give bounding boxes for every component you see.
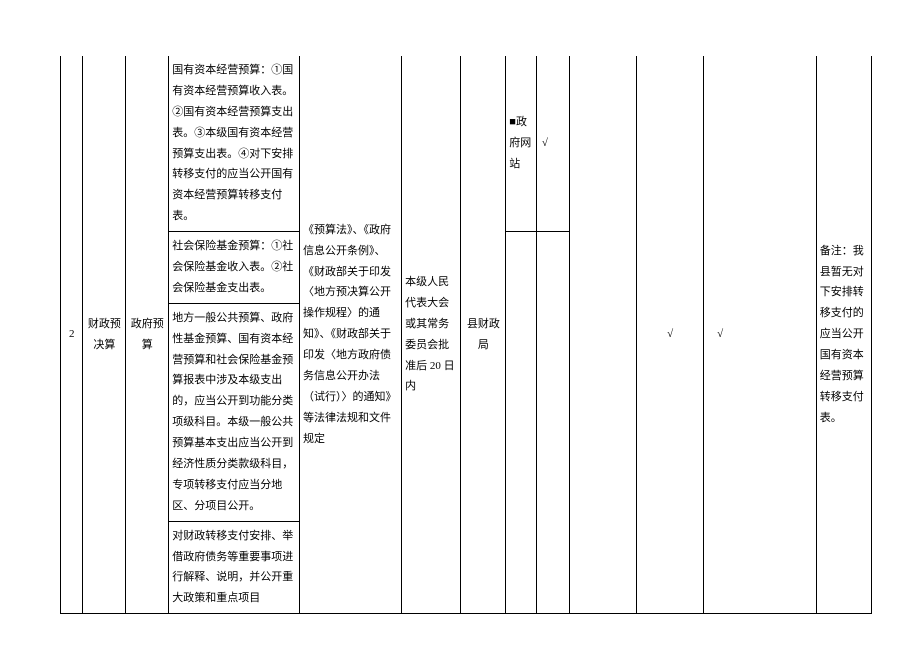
- cell-timing: 本级人民代表大会或其常务委员会批准后 20 日内: [402, 56, 461, 614]
- cell-content-p2: 地方一般公共预算、政府性基金预算、国有资本经营预算和社会保险基金预算报表中涉及本…: [169, 303, 300, 521]
- cell-empty-1: [569, 56, 636, 614]
- cell-index: 2: [61, 56, 83, 614]
- cell-check1-below: [536, 232, 552, 614]
- table-row: 2 财政预决算 政府预算 国有资本经营预算：①国有资本经营预算收入表。②国有资本…: [61, 56, 872, 232]
- cell-subcategory: 政府预算: [126, 56, 169, 614]
- cell-channel: ■政府网站: [506, 56, 537, 232]
- cell-merge-a-below: [553, 232, 569, 614]
- cell-content-top: 国有资本经营预算：①国有资本经营预算收入表。②国有资本经营预算支出表。③本级国有…: [169, 56, 300, 232]
- data-table: 2 财政预决算 政府预算 国有资本经营预算：①国有资本经营预算收入表。②国有资本…: [60, 56, 872, 614]
- cell-content-p3: 对财政转移支付安排、举借政府债务等重要事项进行解释、说明，并公开重大政策和重点项…: [169, 521, 300, 614]
- cell-basis: 《预算法》、《政府信息公开条例》、《财政部关于印发〈地方预决算公开操作规程〉的通…: [299, 56, 401, 614]
- cell-dept: 县财政局: [461, 56, 506, 614]
- cell-remark: 备注：我县暂无对下安排转移支付的应当公开国有资本经营预算转移支付表。: [816, 56, 871, 614]
- cell-merge-a: [553, 56, 569, 232]
- cell-channel-below: [506, 232, 537, 614]
- cell-empty-3: [724, 56, 816, 614]
- cell-content-p1: 社会保险基金预算：①社会保险基金收入表。②社会保险基金支出表。: [169, 232, 300, 304]
- cell-check1: √: [536, 56, 552, 232]
- cell-category: 财政预决算: [83, 56, 126, 614]
- cell-check3: √: [714, 56, 724, 614]
- cell-empty-2: [704, 56, 714, 614]
- cell-check2: √: [637, 56, 704, 614]
